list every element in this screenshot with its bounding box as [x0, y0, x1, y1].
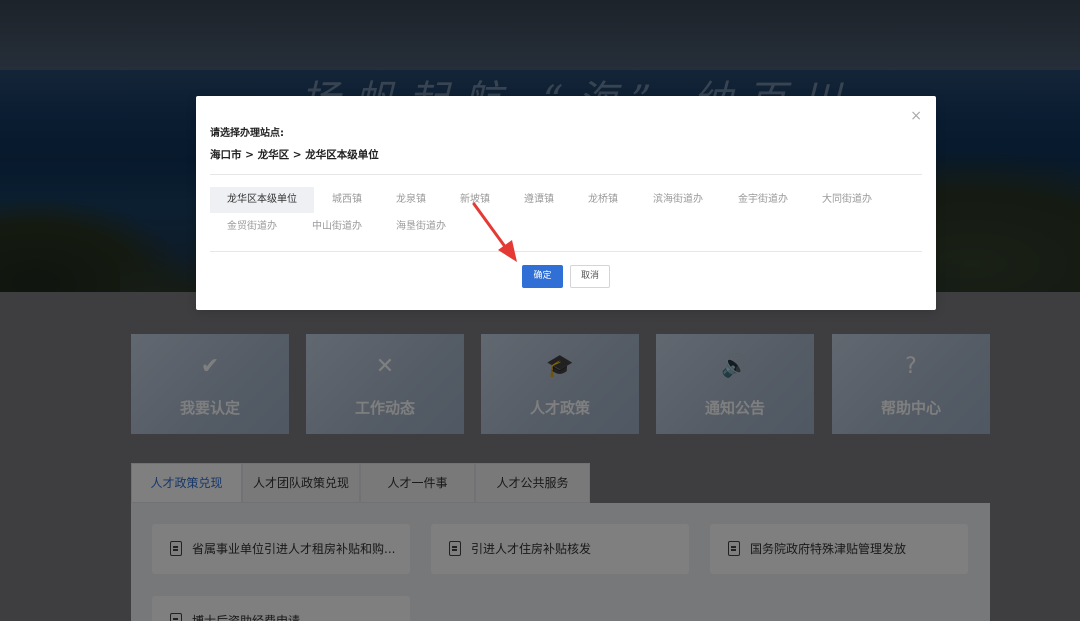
- station-option-chengxi[interactable]: 城西镇: [322, 187, 372, 213]
- station-option-zuntan[interactable]: 遵谭镇: [514, 187, 564, 213]
- station-option-jinyu[interactable]: 金宇街道办: [728, 187, 798, 213]
- station-option-jinmao[interactable]: 金贸街道办: [217, 214, 287, 240]
- station-option-longqiao[interactable]: 龙桥镇: [578, 187, 628, 213]
- divider: [210, 251, 922, 252]
- close-icon[interactable]: ×: [910, 108, 922, 124]
- station-option-binhai[interactable]: 滨海街道办: [643, 187, 713, 213]
- station-option-haiken[interactable]: 海垦街道办: [386, 214, 456, 240]
- station-option-zhongshan[interactable]: 中山街道办: [302, 214, 372, 240]
- station-option-xinpo[interactable]: 新坡镇: [450, 187, 500, 213]
- breadcrumb: 海口市 > 龙华区 > 龙华区本级单位: [210, 149, 379, 161]
- station-select-dialog: × 请选择办理站点: 海口市 > 龙华区 > 龙华区本级单位 龙华区本级单位 城…: [196, 96, 936, 310]
- confirm-button[interactable]: 确定: [522, 265, 563, 288]
- dialog-prompt: 请选择办理站点:: [210, 128, 284, 139]
- station-option-longquan[interactable]: 龙泉镇: [386, 187, 436, 213]
- station-option-longhua-district[interactable]: 龙华区本级单位: [210, 187, 314, 213]
- modal-backdrop[interactable]: [0, 0, 1080, 621]
- station-option-datong[interactable]: 大同街道办: [812, 187, 882, 213]
- cancel-button[interactable]: 取消: [570, 265, 610, 288]
- divider: [210, 174, 922, 175]
